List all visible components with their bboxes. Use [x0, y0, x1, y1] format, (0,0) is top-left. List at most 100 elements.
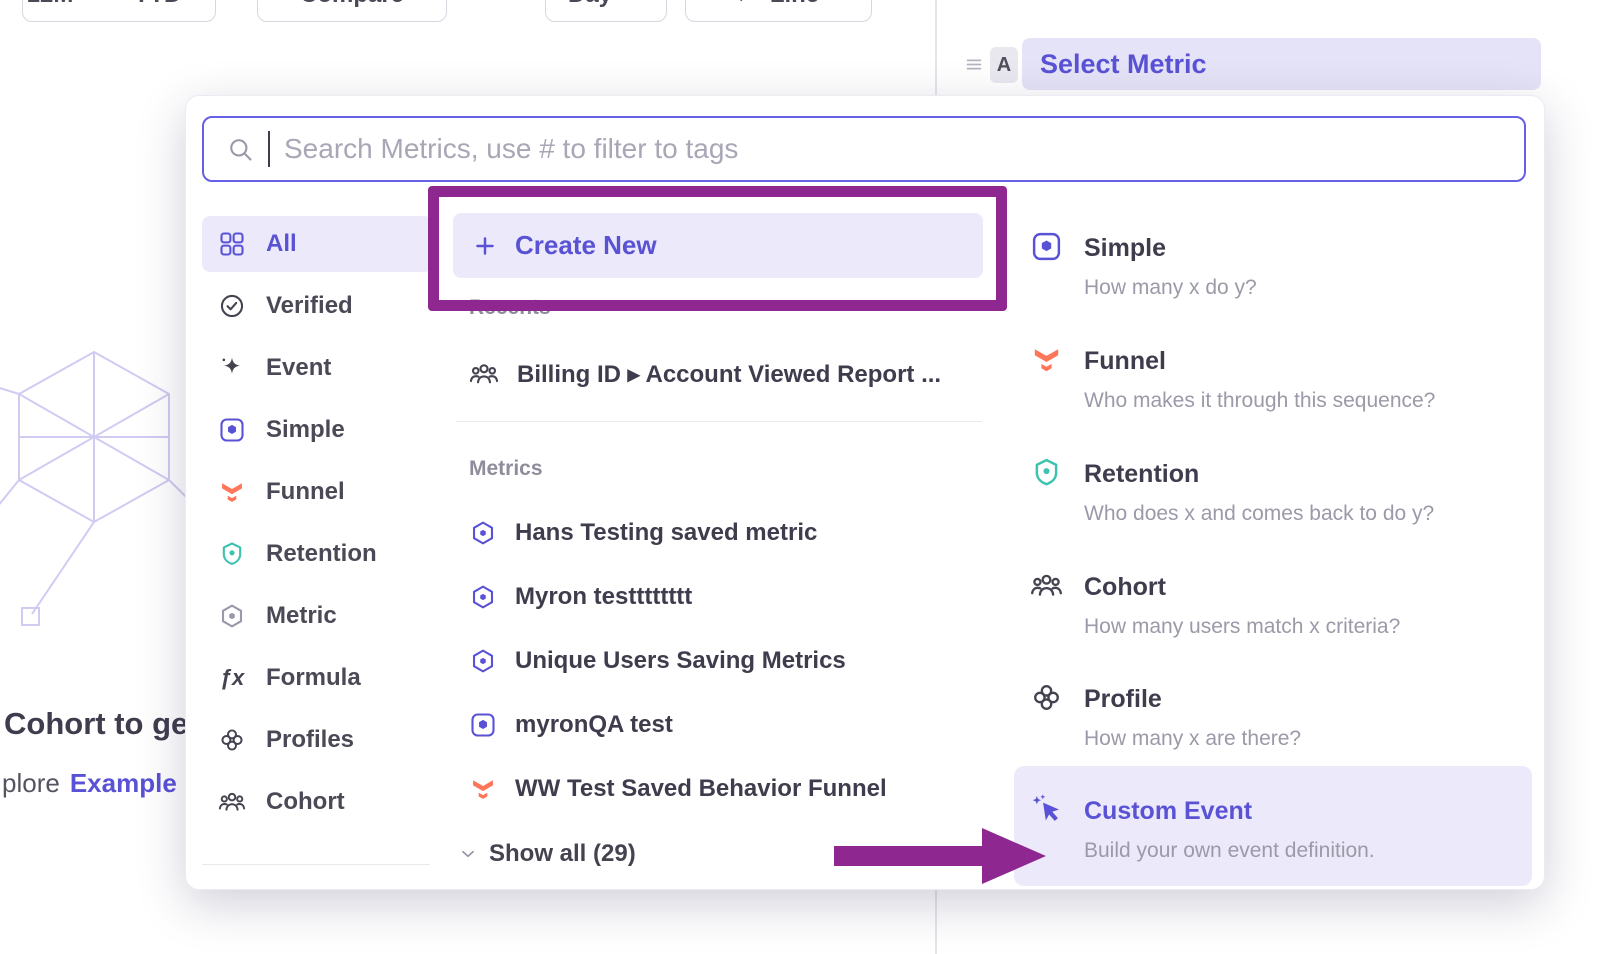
- event-sparkle-icon: [218, 354, 246, 382]
- sidebar-item-funnel[interactable]: Funnel: [202, 464, 432, 520]
- metrics-heading: Metrics: [469, 457, 543, 481]
- app-window: 12M YTD Compare Day Line A Select Metric: [0, 0, 1616, 954]
- saved-metric-item[interactable]: Hans Testing saved metric: [453, 505, 983, 561]
- sidebar-item-label: Funnel: [266, 478, 345, 506]
- saved-metric-label: myronQA test: [515, 711, 673, 739]
- show-all-toggle[interactable]: Show all (29): [457, 832, 636, 876]
- sidebar-item-simple[interactable]: Simple: [202, 402, 432, 458]
- sidebar-item-formula[interactable]: ƒx Formula: [202, 650, 432, 706]
- sidebar-item-label: All: [266, 230, 297, 258]
- sidebar-item-label: Event: [266, 354, 331, 382]
- line-chart-type-button[interactable]: Line: [685, 0, 872, 22]
- sidebar-item-verified[interactable]: Verified: [202, 278, 432, 334]
- sidebar-item-label: Metric: [266, 602, 337, 630]
- metric-type-retention[interactable]: Retention Who does x and comes back to d…: [1016, 460, 1532, 556]
- bg-explore-prefix: plore: [2, 768, 60, 798]
- simple-metric-icon: [1030, 230, 1063, 263]
- profiles-flower-icon: [218, 726, 246, 754]
- metric-hexagon-icon: [469, 647, 497, 675]
- simple-metric-icon: [218, 416, 246, 444]
- sidebar-item-label: Cohort: [266, 788, 345, 816]
- metric-type-cohort[interactable]: Cohort How many users match x criteria?: [1016, 573, 1532, 669]
- sidebar-divider: [202, 864, 430, 865]
- simple-metric-icon: [469, 711, 497, 739]
- saved-metric-label: Hans Testing saved metric: [515, 519, 817, 547]
- search-placeholder: Search Metrics, use # to filter to tags: [284, 133, 738, 165]
- formula-fx-icon: ƒx: [218, 664, 246, 692]
- search-icon: [226, 135, 254, 163]
- metric-type-description: Build your own event definition.: [1084, 839, 1375, 863]
- sidebar-item-label: Profiles: [266, 726, 354, 754]
- range-ytd-label: YTD: [133, 0, 181, 9]
- grid-icon: [218, 230, 246, 258]
- compare-label: Compare: [300, 0, 404, 9]
- sidebar-item-profiles[interactable]: Profiles: [202, 712, 432, 768]
- metric-hexagon-icon: [469, 583, 497, 611]
- recents-heading: Recents: [469, 296, 551, 320]
- range-12m-label: 12M: [27, 0, 74, 9]
- metric-type-title: Funnel: [1084, 347, 1166, 376]
- compare-button[interactable]: Compare: [257, 0, 447, 22]
- metric-type-funnel[interactable]: Funnel Who makes it through this sequenc…: [1016, 347, 1532, 443]
- saved-metric-item[interactable]: Unique Users Saving Metrics: [453, 633, 983, 689]
- profiles-flower-icon: [1030, 681, 1063, 714]
- metric-hexagon-icon: [218, 602, 246, 630]
- range-12m-button[interactable]: 12M: [7, 0, 94, 21]
- plus-icon: [471, 232, 499, 260]
- sidebar-item-event[interactable]: Event: [202, 340, 432, 396]
- cohort-people-icon: [469, 359, 499, 389]
- saved-metric-item[interactable]: myronQA test: [453, 697, 983, 753]
- example-link[interactable]: Example: [70, 768, 177, 798]
- line-label: Line: [770, 0, 819, 9]
- sidebar-item-label: Verified: [266, 292, 353, 320]
- sidebar-item-retention[interactable]: Retention: [202, 526, 432, 582]
- funnel-icon: [1030, 343, 1063, 376]
- bg-explore-text: plore Example: [2, 768, 177, 799]
- funnel-icon: [469, 775, 497, 803]
- recent-item-label: Billing ID ▸ Account Viewed Report ...: [517, 360, 941, 389]
- funnel-icon: [218, 478, 246, 506]
- sidebar-item-label: Simple: [266, 416, 345, 444]
- metric-type-description: Who does x and comes back to do y?: [1084, 502, 1434, 526]
- search-input[interactable]: Search Metrics, use # to filter to tags: [202, 116, 1526, 182]
- chevron-down-icon: [189, 0, 211, 6]
- drag-handle-icon[interactable]: [963, 53, 985, 75]
- sidebar-item-all[interactable]: All: [202, 216, 432, 272]
- series-a-badge: A: [990, 47, 1018, 83]
- metric-type-title: Profile: [1084, 685, 1162, 714]
- range-ytd-button[interactable]: YTD: [113, 0, 231, 21]
- create-new-label: Create New: [515, 230, 657, 261]
- create-new-button[interactable]: Create New: [453, 213, 983, 278]
- saved-metric-item[interactable]: WW Test Saved Behavior Funnel: [453, 761, 983, 817]
- metric-type-title: Retention: [1084, 460, 1199, 489]
- metric-type-description: How many x do y?: [1084, 276, 1257, 300]
- metric-hexagon-icon: [469, 519, 497, 547]
- metric-type-title: Simple: [1084, 234, 1166, 263]
- section-divider: [456, 421, 982, 422]
- saved-metric-label: WW Test Saved Behavior Funnel: [515, 775, 887, 803]
- select-metric-label: Select Metric: [1040, 49, 1207, 80]
- bg-cohort-heading: Cohort to ge: [4, 706, 188, 742]
- metric-type-description: Who makes it through this sequence?: [1084, 389, 1435, 413]
- text-caret: [268, 131, 270, 167]
- day-label: Day: [568, 0, 612, 9]
- saved-metric-item[interactable]: Myron testttttttt: [453, 569, 983, 625]
- chevron-down-icon: [622, 0, 644, 6]
- cohort-people-icon: [218, 788, 246, 816]
- sidebar-item-label: Retention: [266, 540, 377, 568]
- day-granularity-button[interactable]: Day: [545, 0, 667, 22]
- retention-icon: [218, 540, 246, 568]
- saved-metric-label: Myron testttttttt: [515, 583, 692, 611]
- sidebar-item-partial[interactable]: [202, 880, 432, 890]
- sidebar-item-cohort[interactable]: Cohort: [202, 774, 432, 830]
- sidebar-item-metric[interactable]: Metric: [202, 588, 432, 644]
- verified-badge-icon: [218, 292, 246, 320]
- metric-type-simple[interactable]: Simple How many x do y?: [1016, 234, 1532, 330]
- select-metric-button[interactable]: Select Metric: [1022, 38, 1541, 90]
- sidebar-item-label: Formula: [266, 664, 361, 692]
- recent-item[interactable]: Billing ID ▸ Account Viewed Report ...: [453, 346, 983, 402]
- retention-icon: [1030, 456, 1063, 489]
- metric-type-custom-event[interactable]: Custom Event Build your own event defini…: [1016, 797, 1532, 890]
- metric-type-description: How many x are there?: [1084, 727, 1301, 751]
- cohort-people-icon: [1030, 569, 1063, 602]
